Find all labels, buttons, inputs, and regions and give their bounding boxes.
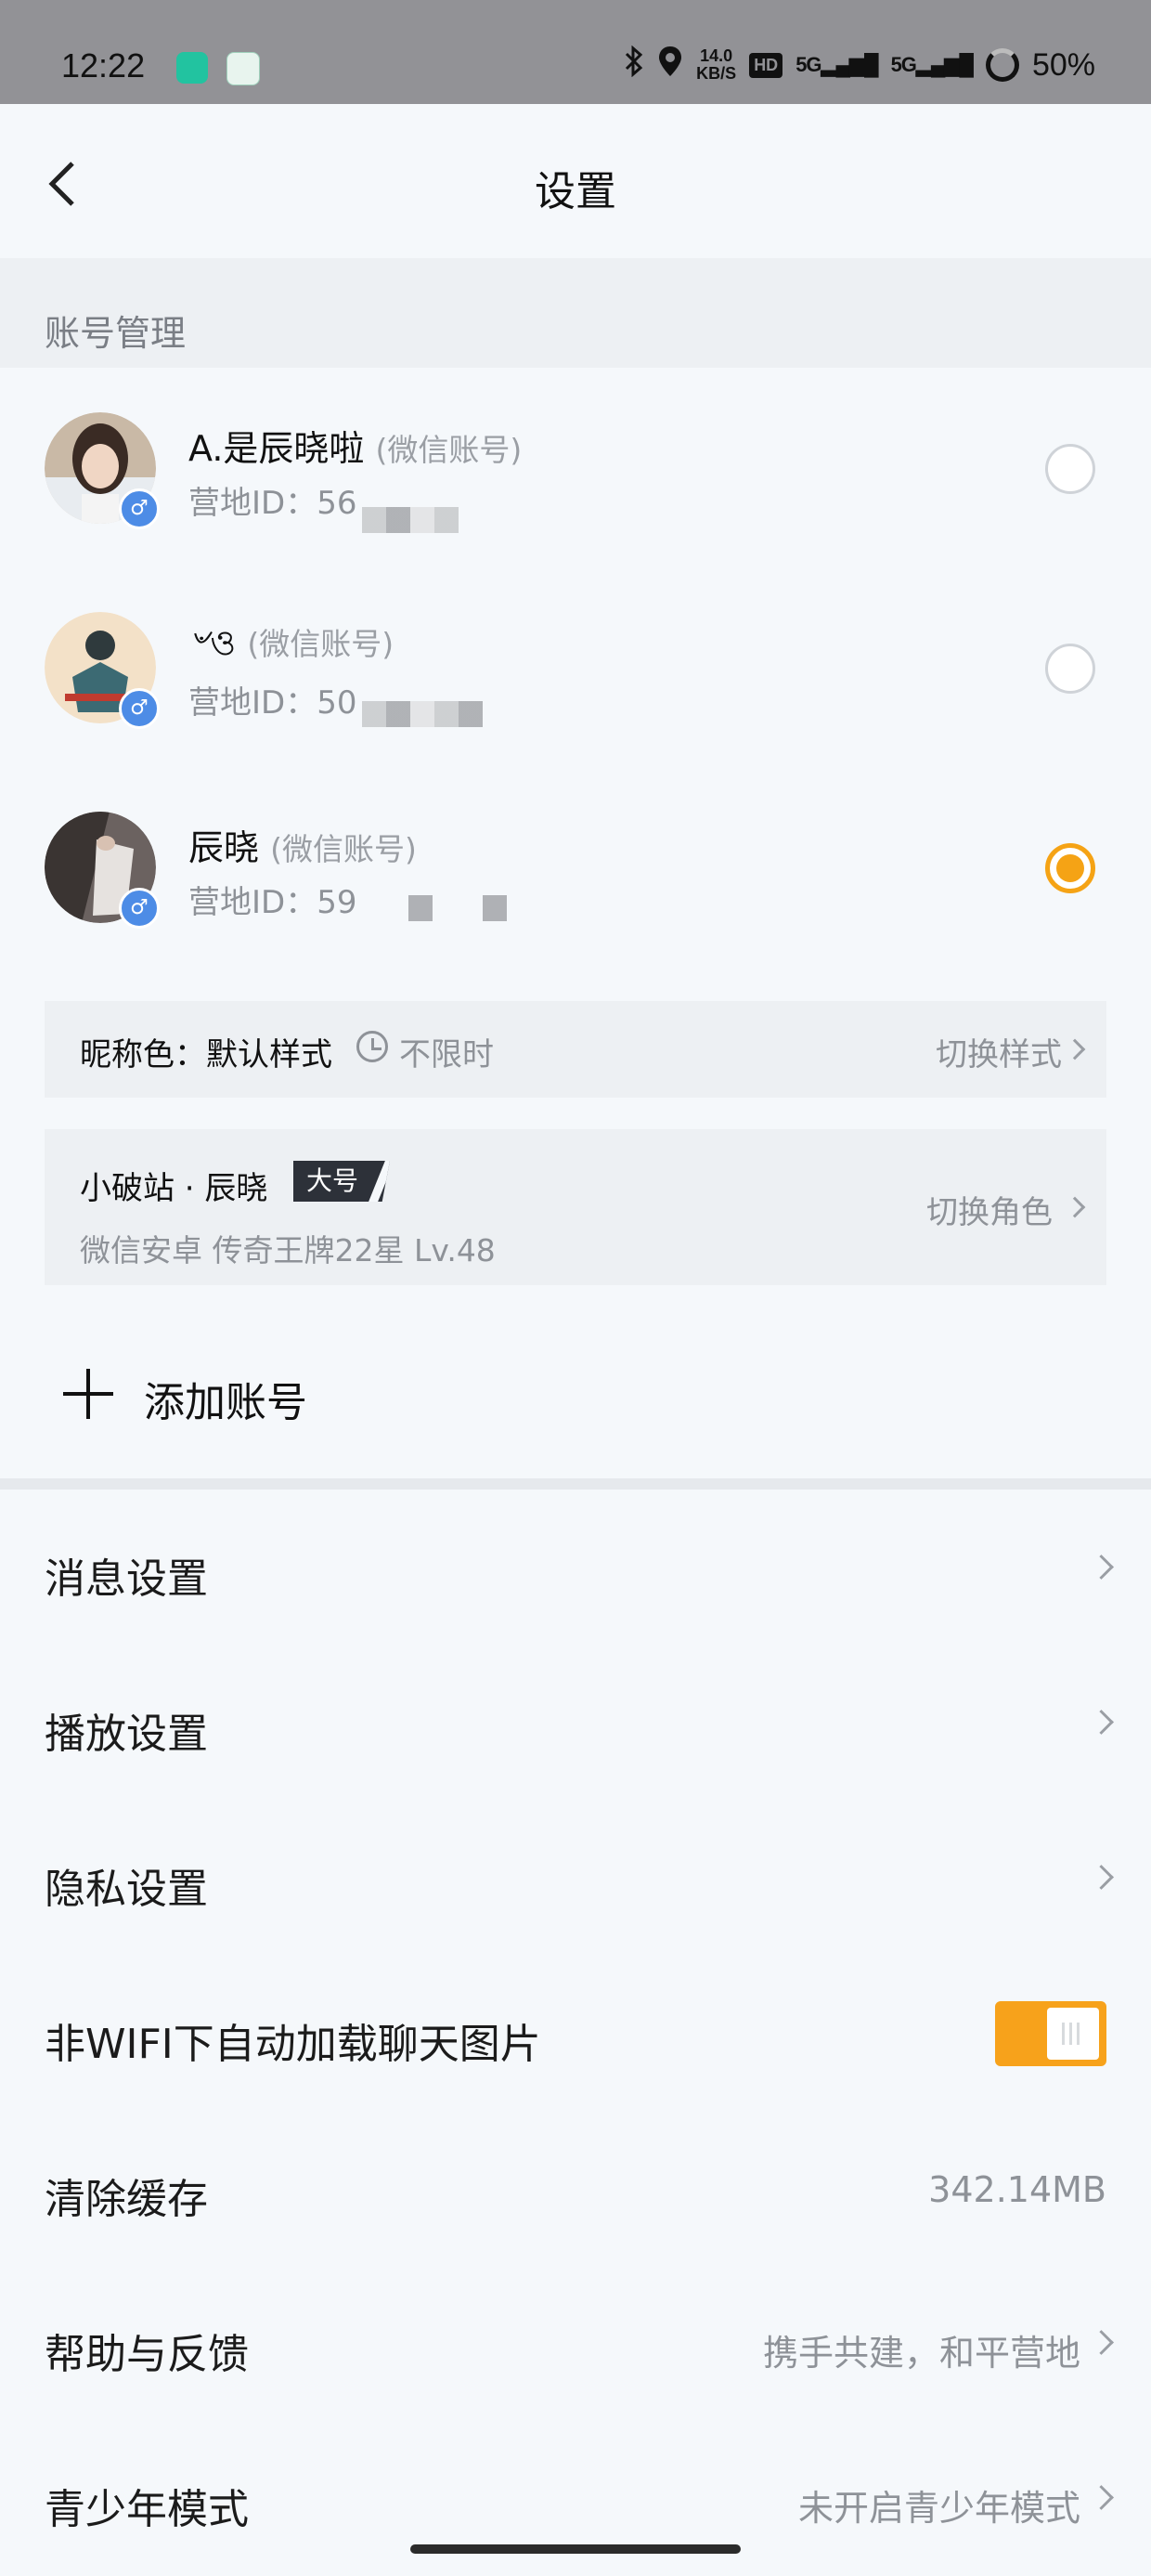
cache-size: 342.14MB [928, 2169, 1106, 2210]
switch-style-link[interactable]: 切换样式 [936, 1029, 1062, 1074]
help-feedback-subtitle: 携手共建，和平营地 [762, 2333, 1080, 2374]
account-select-radio[interactable] [1045, 843, 1095, 893]
add-account-label: 添加账号 [144, 1379, 307, 1426]
page-title: 设置 [535, 168, 616, 215]
settings-item-help-feedback[interactable]: 帮助与反馈 携手共建，和平营地 [0, 2265, 1151, 2421]
status-time: 12:22 [61, 46, 146, 85]
role-name: 小破站 · 辰晓 [80, 1170, 268, 1207]
account-item[interactable]: ♂ 辰晓 (微信账号) 营地ID：59 [0, 771, 1151, 956]
chevron-right-icon [1089, 1555, 1114, 1580]
avatar: ♂ [45, 812, 160, 929]
account-name: ৺ও (微信账号) [188, 622, 394, 663]
chevron-right-icon [1064, 1196, 1086, 1218]
settings-item-clear-cache[interactable]: 清除缓存 342.14MB [0, 2110, 1151, 2266]
chevron-right-icon [1064, 1038, 1086, 1060]
bluetooth-icon [624, 45, 644, 85]
account-id: 营地ID：56 [188, 485, 357, 522]
account-select-radio[interactable] [1045, 644, 1095, 694]
clock-icon [356, 1031, 388, 1062]
nickname-color-row[interactable]: 昵称色：默认样式 不限时 切换样式 [45, 1001, 1106, 1098]
switch-role-link[interactable]: 切换角色 [926, 1187, 1053, 1232]
signal-icon: 5G▂▄▆█ [795, 53, 878, 76]
plus-icon [63, 1369, 113, 1419]
account-name: 辰晓 (微信账号) [188, 827, 417, 868]
signal-icon: 5G▂▄▆█ [890, 53, 974, 76]
section-title: 账号管理 [45, 313, 187, 354]
settings-item-auto-load-images: 非WIFI下自动加载聊天图片 [0, 1955, 1151, 2111]
status-bar: 12:22 14.0 KB/S HD 5G▂▄▆█ 5G▂▄▆█ 50% [0, 0, 1151, 104]
settings-item-playback[interactable]: 播放设置 [0, 1645, 1151, 1801]
account-id: 营地ID：50 [188, 684, 357, 722]
auto-load-images-toggle[interactable] [995, 2001, 1106, 2066]
settings-item-privacy[interactable]: 隐私设置 [0, 1800, 1151, 1956]
battery-percent: 50% [1031, 46, 1095, 83]
chevron-right-icon [1089, 1865, 1114, 1890]
account-id: 营地ID：59 [188, 884, 357, 921]
account-type-tag: (微信账号) [247, 626, 394, 662]
redaction-mosaic [362, 701, 483, 727]
teen-mode-status: 未开启青少年模式 [797, 2488, 1080, 2529]
avatar: ♂ [45, 612, 160, 729]
notification-app-icon [176, 52, 208, 84]
section-divider [0, 1478, 1151, 1490]
nickname-color-label: 昵称色：默认样式 [80, 1036, 332, 1073]
account-name: A.是辰晓啦 (微信账号) [188, 428, 523, 469]
notification-app-icon [226, 52, 260, 85]
redaction-mosaic [408, 895, 507, 921]
main-account-badge: 大号 [293, 1161, 391, 1202]
nickname-color-duration: 不限时 [399, 1036, 494, 1073]
male-gender-icon: ♂ [119, 888, 160, 929]
status-indicators: 14.0 KB/S HD 5G▂▄▆█ 5G▂▄▆█ 50% [624, 45, 1095, 85]
chevron-right-icon [1089, 1710, 1114, 1735]
hd-voice-icon: HD [749, 52, 783, 78]
account-item[interactable]: ♂ ৺ও (微信账号) 营地ID：50 [0, 571, 1151, 757]
chevron-right-icon [1089, 2485, 1114, 2510]
account-item[interactable]: ♂ A.是辰晓啦 (微信账号) 营地ID：56 [0, 371, 1151, 557]
toggle-knob [1047, 2008, 1099, 2060]
settings-item-messages[interactable]: 消息设置 [0, 1490, 1151, 1646]
account-type-tag: (微信账号) [375, 432, 523, 468]
male-gender-icon: ♂ [119, 688, 160, 729]
battery-icon [985, 48, 1019, 82]
redaction-mosaic [362, 507, 459, 533]
add-account-button[interactable]: 添加账号 [0, 1348, 1151, 1441]
role-info: 微信安卓 传奇王牌22星 Lv.48 [80, 1232, 496, 1268]
male-gender-icon: ♂ [119, 488, 160, 529]
game-role-card[interactable]: 小破站 · 辰晓 大号 微信安卓 传奇王牌22星 Lv.48 切换角色 [45, 1129, 1106, 1285]
avatar: ♂ [45, 412, 160, 529]
network-speed: 14.0 KB/S [696, 46, 737, 83]
section-header-accounts: 账号管理 [0, 258, 1151, 368]
home-indicator[interactable] [410, 2544, 741, 2554]
account-type-tag: (微信账号) [270, 831, 417, 867]
account-select-radio[interactable] [1045, 444, 1095, 494]
page-header: 设置 [0, 104, 1151, 258]
chevron-right-icon [1089, 2330, 1114, 2355]
location-icon [657, 45, 683, 86]
